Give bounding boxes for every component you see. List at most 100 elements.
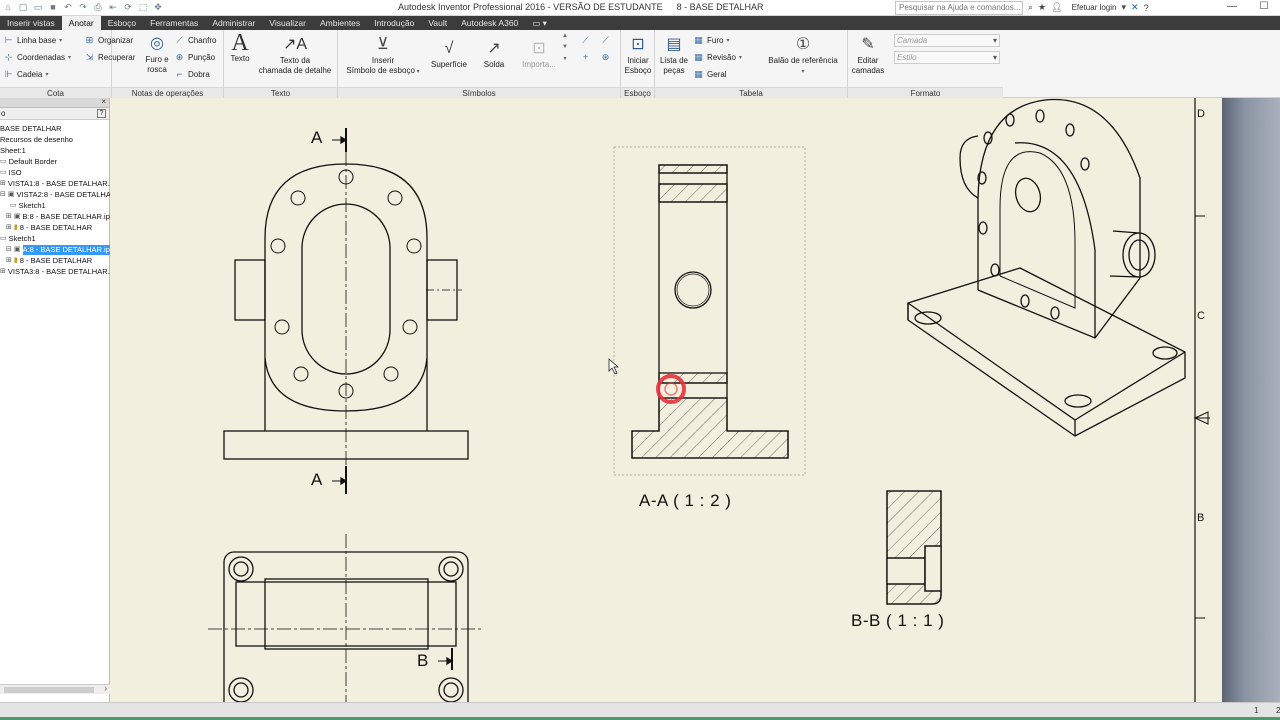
expand-icon[interactable]: ⊞ bbox=[6, 223, 12, 233]
page-indicator-1[interactable]: 1 bbox=[1254, 706, 1258, 715]
home-icon[interactable]: ⌂ bbox=[2, 2, 14, 13]
dobra-button[interactable]: ⌐ Dobra bbox=[174, 69, 210, 79]
login-button[interactable]: Efetuar login bbox=[1072, 3, 1117, 12]
geral-button[interactable]: ▦ Geral bbox=[693, 69, 726, 80]
browser-model-label[interactable]: o bbox=[1, 109, 5, 118]
expand-icon[interactable]: ⊞ bbox=[0, 179, 6, 189]
section-view-aa[interactable] bbox=[613, 146, 806, 476]
select-icon[interactable]: ⬚ bbox=[137, 2, 149, 13]
estilo-select[interactable]: Estilo bbox=[894, 51, 1000, 64]
revisao-button[interactable]: ▦ Revisão ▾ bbox=[693, 52, 742, 63]
balao-referencia-button[interactable]: ① Balão de referência ▾ bbox=[761, 34, 845, 77]
tree-item-view-b[interactable]: ⊞ ▣ B:8 - BASE DETALHAR.ip bbox=[6, 211, 110, 222]
update-icon[interactable]: ⟳ bbox=[122, 2, 134, 13]
linha-base-button[interactable]: ⊢ Linha base ▾ bbox=[3, 35, 63, 46]
tree-item-view-a-selected[interactable]: ⊟ ▣ A:8 - BASE DETALHAR.ipt bbox=[6, 244, 112, 255]
editar-camadas-button[interactable]: ✎ Editar camadas bbox=[850, 34, 886, 76]
front-view[interactable] bbox=[223, 128, 469, 494]
symbol-gallery-scroll[interactable]: ▲ ▼ ▾ bbox=[562, 33, 568, 62]
tab-inserir-vistas[interactable]: Inserir vistas bbox=[0, 16, 62, 30]
tab-introducao[interactable]: Introdução bbox=[367, 16, 421, 30]
view-label-aa[interactable]: A-A ( 1 : 2 ) bbox=[639, 491, 731, 511]
isometric-view[interactable] bbox=[907, 98, 1186, 437]
tree-item-part-a[interactable]: ⊞ ▮ 8 - BASE DETALHAR bbox=[6, 222, 92, 233]
tree-item-vista2[interactable]: ⊟ ▣ VISTA2:8 - BASE DETALHAR bbox=[0, 189, 116, 200]
tab-visualizar[interactable]: Visualizar bbox=[262, 16, 313, 30]
view-label-bb[interactable]: B-B ( 1 : 1 ) bbox=[851, 611, 944, 631]
tab-ambientes[interactable]: Ambientes bbox=[313, 16, 367, 30]
tab-anotar[interactable]: Anotar bbox=[61, 16, 101, 30]
section-view-bb[interactable] bbox=[886, 490, 942, 605]
superficie-button[interactable]: √ Superfície bbox=[428, 38, 470, 70]
collapse-icon[interactable]: ⊟ bbox=[6, 245, 12, 255]
tree-item-vista3[interactable]: ⊞ VISTA3:8 - BASE DETALHAR.ip bbox=[0, 266, 116, 277]
tree-item-sheet[interactable]: Sheet:1 bbox=[0, 145, 26, 156]
furo-rosca-button[interactable]: ◎ Furo e rosca bbox=[142, 33, 172, 75]
puncao-button[interactable]: ⊕ Punção bbox=[174, 52, 215, 63]
lista-pecas-button[interactable]: ▤ Lista de peças bbox=[657, 34, 691, 76]
tree-item-document[interactable]: BASE DETALHAR bbox=[0, 123, 62, 134]
texto-button[interactable]: A Texto bbox=[227, 31, 253, 64]
chevron-down-icon[interactable]: ▾ bbox=[1121, 2, 1126, 13]
page-indicator-2[interactable]: 2 bbox=[1276, 706, 1280, 715]
drawing-sheet[interactable] bbox=[110, 98, 1222, 702]
coordenadas-button[interactable]: ⊹ Coordenadas ▾ bbox=[3, 52, 71, 63]
scroll-right-icon[interactable]: › bbox=[104, 684, 107, 693]
drawing-canvas[interactable]: A A B A-A ( 1 : 2 ) B-B ( 1 : 1 ) D C B bbox=[110, 98, 1222, 702]
help-search-input[interactable]: Pesquisar na Ajuda e comandos... bbox=[895, 1, 1023, 15]
datum-target-button[interactable]: ⟋ bbox=[580, 35, 591, 46]
tab-panel-options[interactable]: ▭ ▾ bbox=[525, 16, 554, 30]
tree-item-vista1[interactable]: ⊞ VISTA1:8 - BASE DETALHAR.ipt bbox=[0, 178, 118, 189]
browser-horizontal-scrollbar[interactable]: › bbox=[0, 684, 110, 694]
tab-administrar[interactable]: Administrar bbox=[205, 16, 262, 30]
top-view[interactable] bbox=[208, 534, 482, 702]
binoculars-icon[interactable]: ⌕ bbox=[1028, 2, 1033, 13]
close-icon[interactable]: × bbox=[101, 97, 106, 106]
tab-esboco[interactable]: Esboço bbox=[101, 16, 143, 30]
section-label-b[interactable]: B bbox=[417, 651, 428, 671]
section-label-a-bottom[interactable]: A bbox=[311, 470, 322, 490]
scrollbar-thumb[interactable] bbox=[4, 687, 94, 693]
camada-select[interactable]: Camada bbox=[894, 34, 1000, 47]
help-icon[interactable]: ? bbox=[1144, 3, 1149, 13]
redo-icon[interactable]: ↷ bbox=[77, 2, 89, 13]
minimize-button[interactable]: — bbox=[1216, 0, 1248, 14]
tree-item-part-b[interactable]: ⊞ ▮ 8 - BASE DETALHAR bbox=[6, 255, 92, 266]
solda-button[interactable]: ↗ Solda bbox=[474, 38, 514, 70]
tree-item-iso[interactable]: ▭ ISO bbox=[0, 167, 22, 178]
open-folder-icon[interactable]: ▭ bbox=[32, 2, 44, 13]
section-label-a-top[interactable]: A bbox=[311, 128, 322, 148]
center-mark-button[interactable]: + bbox=[580, 52, 591, 62]
maximize-button[interactable]: ☐ bbox=[1248, 0, 1280, 14]
new-file-icon[interactable]: ▢ bbox=[17, 2, 29, 13]
measure-icon[interactable]: ✥ bbox=[152, 2, 164, 13]
iniciar-esboco-button[interactable]: ⊡ Iniciar Esboço bbox=[622, 34, 654, 76]
tree-item-sketch1-b[interactable]: ▭ Sketch1 bbox=[0, 233, 36, 244]
expand-icon[interactable]: ⊞ bbox=[6, 212, 12, 222]
tree-item-default-border[interactable]: ▭ Default Border bbox=[0, 156, 57, 167]
chamada-detalhe-button[interactable]: ↗A Texto da chamada de detalhe bbox=[254, 34, 336, 76]
tree-item-sketch1-a[interactable]: ▭ Sketch1 bbox=[10, 200, 46, 211]
tree-item-drawing-resources[interactable]: Recursos de desenho bbox=[0, 134, 73, 145]
return-icon[interactable]: ⇤ bbox=[107, 2, 119, 13]
furo-table-button[interactable]: ▦ Furo ▾ bbox=[693, 35, 729, 46]
importa-button[interactable]: ⊡ Importa... bbox=[516, 38, 562, 70]
expand-icon[interactable]: ⊞ bbox=[6, 256, 12, 266]
user-icon[interactable]: 👤︎ bbox=[1051, 2, 1062, 13]
collapse-icon[interactable]: ⊟ bbox=[0, 190, 6, 200]
inserir-simbolo-esboco-button[interactable]: ⊻ Inserir Símbolo de esboço ▾ bbox=[342, 34, 424, 77]
browser-help-icon[interactable]: ? bbox=[97, 109, 106, 118]
centered-pattern-button[interactable]: ⊛ bbox=[600, 52, 611, 63]
undo-icon[interactable]: ↶ bbox=[62, 2, 74, 13]
print-icon[interactable]: ⎙ bbox=[92, 2, 104, 13]
expand-icon[interactable]: ⊞ bbox=[0, 267, 6, 277]
star-icon[interactable]: ★ bbox=[1038, 2, 1046, 13]
cadeia-button[interactable]: ⊩ Cadeia ▾ bbox=[3, 69, 49, 80]
tab-vault[interactable]: Vault bbox=[421, 16, 454, 30]
exchange-icon[interactable]: ✕ bbox=[1131, 2, 1139, 13]
save-icon[interactable]: ■ bbox=[47, 2, 59, 13]
tab-autodesk-a360[interactable]: Autodesk A360 bbox=[454, 16, 525, 30]
chanfro-button[interactable]: ⟋ Chanfro bbox=[174, 35, 216, 46]
feature-control-button[interactable]: ⟋ bbox=[600, 35, 611, 46]
tab-ferramentas[interactable]: Ferramentas bbox=[143, 16, 205, 30]
